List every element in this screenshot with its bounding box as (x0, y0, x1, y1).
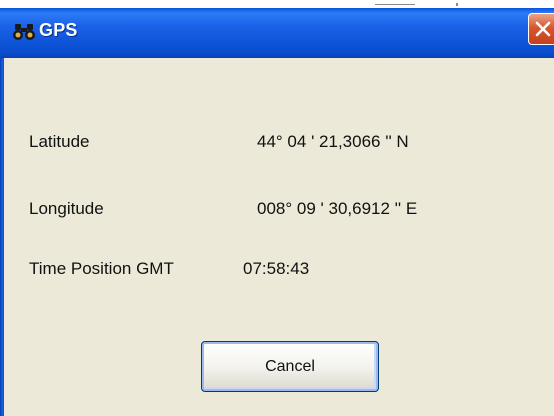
gps-dialog: GPS Latitude 44° 04 ' 21,3066 '' N Longi… (0, 0, 554, 416)
longitude-value: 008° 09 ' 30,6912 '' E (257, 199, 418, 218)
window-left-border (0, 58, 4, 416)
background-window-strip (0, 0, 554, 8)
background-line (375, 4, 415, 5)
background-mark (456, 3, 458, 6)
title-bar[interactable] (0, 8, 554, 58)
binoculars-icon (12, 22, 36, 42)
latitude-label: Latitude (29, 132, 90, 151)
close-button[interactable] (528, 13, 554, 45)
time-position-value: 07:58:43 (243, 259, 310, 278)
cancel-button[interactable]: Cancel (201, 341, 379, 392)
latitude-value: 44° 04 ' 21,3066 '' N (257, 132, 409, 151)
window-title: GPS (39, 20, 78, 40)
longitude-label: Longitude (29, 199, 104, 218)
close-icon (534, 20, 552, 38)
time-position-label: Time Position GMT (29, 259, 174, 278)
